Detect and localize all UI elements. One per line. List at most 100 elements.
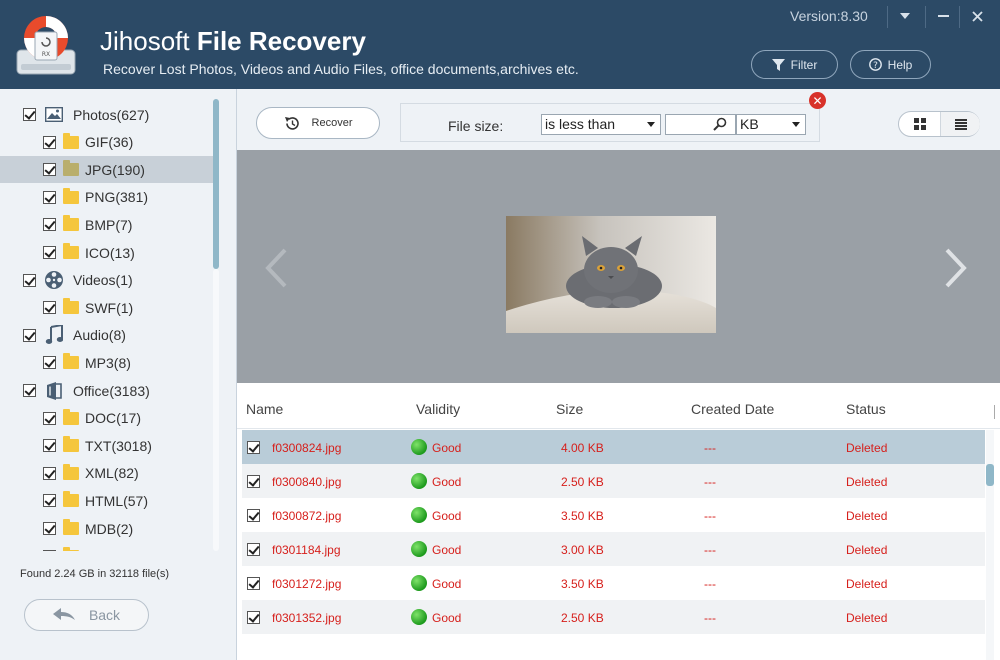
tree-item-checkbox[interactable] xyxy=(23,328,36,342)
version-label: Version:8.30 xyxy=(790,8,868,24)
tree-item-checkbox[interactable] xyxy=(23,384,36,397)
tree-item-label: DOC(17) xyxy=(85,410,142,427)
size-condition-select[interactable]: is less than xyxy=(541,114,661,135)
tree-item-checkbox[interactable] xyxy=(43,549,56,551)
tree-item-checkbox[interactable] xyxy=(43,494,56,508)
cell-status: Deleted xyxy=(846,611,888,625)
tree-item-mdb[interactable]: MDB(2) xyxy=(0,515,213,542)
row-checkbox[interactable] xyxy=(247,475,260,488)
row-checkbox[interactable] xyxy=(247,543,260,556)
cell-file-name: f0300872.jpg xyxy=(272,509,342,523)
valid-status-dot-icon xyxy=(411,609,427,625)
menu-dropdown-button[interactable] xyxy=(888,0,922,32)
dropdown-arrow-icon xyxy=(792,122,800,127)
tree-item-checkbox[interactable] xyxy=(43,522,56,535)
tree-item-checkbox[interactable] xyxy=(43,163,56,177)
tree-item-label: JPG(190) xyxy=(85,161,145,178)
size-unit-value: KB xyxy=(740,116,759,132)
cell-size: 3.50 KB xyxy=(561,509,604,523)
tree-item-doc[interactable]: DOC(17) xyxy=(0,405,213,432)
folder-icon xyxy=(63,491,79,508)
row-checkbox[interactable] xyxy=(247,441,260,454)
tree-item-xml[interactable]: XML(82) xyxy=(0,460,213,487)
grid-icon xyxy=(913,118,926,130)
table-row[interactable]: f0301272.jpg Good 3.50 KB --- Deleted xyxy=(242,566,985,600)
tree-item-label: CSV(7) xyxy=(85,548,131,551)
cell-file-name: f0301184.jpg xyxy=(272,543,341,557)
table-row[interactable]: f0300872.jpg Good 3.50 KB --- Deleted xyxy=(242,498,985,532)
tree-scrollbar-track[interactable] xyxy=(213,269,219,551)
table-row[interactable]: f0301184.jpg Good 3.00 KB --- Deleted xyxy=(242,532,985,566)
tree-item-html[interactable]: HTML(57) xyxy=(0,487,213,514)
tree-item-checkbox[interactable] xyxy=(43,411,56,425)
tree-item-label: MP3(8) xyxy=(85,354,131,371)
tree-item-office[interactable]: Office(3183) xyxy=(0,377,213,404)
column-header-validity[interactable]: Validity xyxy=(416,401,460,417)
tree-item-checkbox[interactable] xyxy=(43,135,56,149)
recover-button-label: Recover xyxy=(311,117,353,129)
clear-filter-close-icon[interactable]: ✕ xyxy=(809,92,826,109)
row-checkbox[interactable] xyxy=(247,611,260,624)
tree-item-mp3[interactable]: MP3(8) xyxy=(0,349,213,376)
previous-preview-button[interactable] xyxy=(263,248,289,293)
tree-item-csv[interactable]: CSV(7) xyxy=(0,543,213,551)
folder-icon xyxy=(63,187,79,204)
tree-item-gif[interactable]: GIF(36) xyxy=(0,129,213,156)
tree-item-ico[interactable]: ICO(13) xyxy=(0,239,213,266)
music-note-icon xyxy=(44,325,64,345)
tree-item-checkbox[interactable] xyxy=(43,301,56,315)
column-header-created-date[interactable]: Created Date xyxy=(691,401,774,417)
tree-item-label: PNG(381) xyxy=(85,189,149,206)
tree-item-checkbox[interactable] xyxy=(43,439,56,453)
svg-text:RX: RX xyxy=(42,51,50,58)
column-header-name[interactable]: Name xyxy=(246,401,283,417)
folder-icon xyxy=(63,243,79,259)
chevron-left-icon xyxy=(265,248,287,288)
tree-item-audio[interactable]: Audio(8) xyxy=(0,322,213,349)
column-header-size[interactable]: Size xyxy=(556,401,583,417)
table-row[interactable]: f0300840.jpg Good 2.50 KB --- Deleted xyxy=(242,464,985,498)
list-view-button[interactable] xyxy=(940,112,980,136)
tree-item-checkbox[interactable] xyxy=(23,108,36,121)
tree-item-checkbox[interactable] xyxy=(43,218,56,232)
row-checkbox[interactable] xyxy=(247,577,260,590)
recover-button[interactable]: Recover xyxy=(256,107,380,139)
back-button[interactable]: Back xyxy=(24,599,149,631)
tree-item-swf[interactable]: SWF(1) xyxy=(0,294,213,321)
tree-item-png[interactable]: PNG(381) xyxy=(0,184,213,211)
tree-item-photos[interactable]: Photos(627) xyxy=(0,101,213,128)
office-icon xyxy=(44,381,64,401)
cell-created-date: --- xyxy=(704,441,716,455)
tree-item-txt[interactable]: TXT(3018) xyxy=(0,432,213,459)
table-row[interactable]: f0301352.jpg Good 2.50 KB --- Deleted xyxy=(242,600,985,634)
filter-button[interactable]: Filter xyxy=(751,50,838,79)
close-window-button[interactable] xyxy=(960,0,994,32)
minimize-button[interactable] xyxy=(926,0,960,32)
tree-item-videos[interactable]: Videos(1) xyxy=(0,267,213,294)
table-scrollbar-thumb[interactable] xyxy=(986,464,994,486)
tree-item-bmp[interactable]: BMP(7) xyxy=(0,211,213,238)
tree-scrollbar-thumb[interactable] xyxy=(213,99,219,269)
grid-view-button[interactable] xyxy=(899,112,940,136)
column-header-status[interactable]: Status xyxy=(846,401,886,417)
tree-item-checkbox[interactable] xyxy=(43,356,56,370)
next-preview-button[interactable] xyxy=(943,248,969,293)
cell-validity: Good xyxy=(432,611,462,625)
list-icon xyxy=(954,118,967,130)
toolbar: Recover File size: is less than KB ✕ xyxy=(237,89,1000,150)
size-value-input[interactable] xyxy=(665,114,736,135)
table-row[interactable]: f0300824.jpg Good 4.00 KB --- Deleted xyxy=(242,430,985,464)
help-button[interactable]: ? Help xyxy=(850,50,931,79)
tree-item-checkbox[interactable] xyxy=(43,190,56,204)
folder-icon xyxy=(63,132,79,149)
tree-item-jpg[interactable]: JPG(190) xyxy=(0,156,213,184)
cell-size: 2.50 KB xyxy=(561,611,604,625)
preview-photo-cat xyxy=(506,216,716,333)
size-unit-select[interactable]: KB xyxy=(736,114,806,135)
tree-item-checkbox[interactable] xyxy=(43,466,56,480)
tree-item-checkbox[interactable] xyxy=(43,246,56,259)
valid-status-dot-icon xyxy=(411,575,427,591)
tree-item-checkbox[interactable] xyxy=(23,273,36,287)
app-title-product: File Recovery xyxy=(196,26,366,56)
row-checkbox[interactable] xyxy=(247,509,260,522)
